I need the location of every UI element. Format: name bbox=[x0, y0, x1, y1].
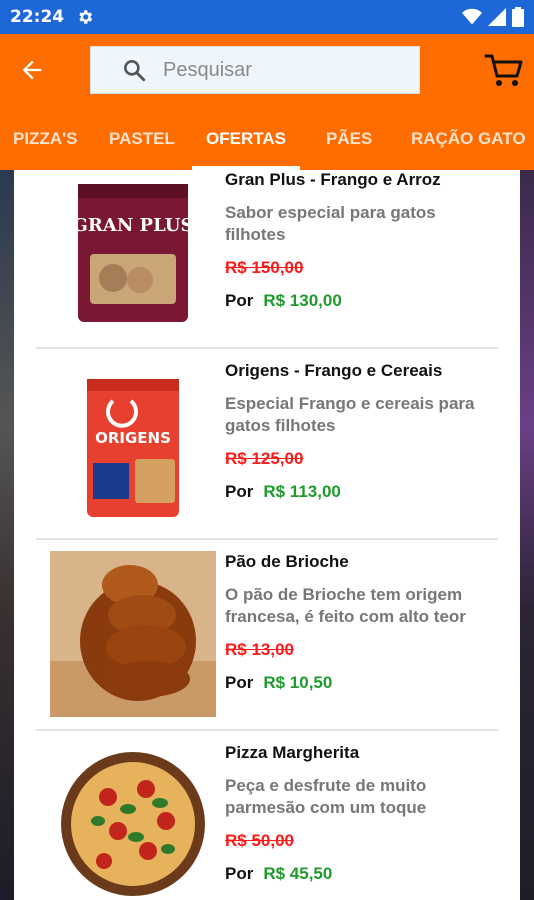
product-name: Origens - Frango e Cereais bbox=[225, 361, 443, 380]
product-list[interactable]: GRAN PLUS Gran Plus - Frango e Arroz Sab… bbox=[14, 170, 520, 900]
product-image: ORIGENS bbox=[50, 363, 216, 529]
product-name: Pão de Brioche bbox=[225, 552, 349, 571]
price-prefix: Por bbox=[225, 864, 254, 883]
battery-icon bbox=[512, 7, 524, 27]
status-bar: 22:24 bbox=[0, 0, 534, 34]
search-box[interactable] bbox=[90, 46, 420, 94]
tab-pizzas[interactable]: PIZZA'S bbox=[13, 104, 78, 170]
cart-icon[interactable] bbox=[484, 52, 524, 88]
product-image-brand: ORIGENS bbox=[95, 429, 171, 447]
tab-racao-gato[interactable]: RAÇÃO GATO bbox=[411, 104, 526, 170]
product-image bbox=[50, 551, 216, 717]
product-price-row: Por R$ 130,00 bbox=[225, 291, 342, 311]
tab-ofertas[interactable]: OFERTAS bbox=[192, 104, 300, 170]
cat-food-bag-icon: ORIGENS bbox=[87, 379, 179, 517]
product-item[interactable]: GRAN PLUS Gran Plus - Frango e Arroz Sab… bbox=[14, 170, 520, 349]
product-old-price: R$ 150,00 bbox=[225, 258, 304, 277]
product-price-row: Por R$ 113,00 bbox=[225, 482, 341, 502]
product-price: R$ 45,50 bbox=[263, 864, 333, 883]
product-price-row: Por R$ 10,50 bbox=[225, 673, 332, 693]
status-time: 22:24 bbox=[10, 7, 65, 27]
product-image: GRAN PLUS bbox=[50, 170, 216, 334]
pizza-icon bbox=[61, 752, 205, 896]
cat-food-bag-icon: GRAN PLUS bbox=[73, 184, 194, 322]
product-price: R$ 130,00 bbox=[263, 291, 342, 310]
category-tabs: PIZZA'S PASTEL OFERTAS PÃES RAÇÃO GATO bbox=[0, 104, 534, 170]
price-prefix: Por bbox=[225, 673, 254, 692]
product-name: Gran Plus - Frango e Arroz bbox=[225, 170, 441, 189]
product-item[interactable]: ORIGENS Origens - Frango e Cereais Espec… bbox=[14, 349, 520, 540]
search-icon bbox=[124, 60, 146, 82]
product-price: R$ 113,00 bbox=[263, 482, 341, 501]
gear-icon bbox=[79, 10, 93, 24]
price-prefix: Por bbox=[225, 482, 254, 501]
price-prefix: Por bbox=[225, 291, 254, 310]
background-right bbox=[520, 170, 534, 900]
product-old-price: R$ 13,00 bbox=[225, 640, 294, 659]
product-description: Peça e desfrute de muito parmesão com um… bbox=[225, 776, 427, 817]
product-image bbox=[50, 741, 216, 900]
product-item[interactable]: Pizza Margherita Peça e desfrute de muit… bbox=[14, 731, 520, 900]
app-bar bbox=[0, 34, 534, 104]
tab-pastel[interactable]: PASTEL bbox=[109, 104, 175, 170]
background-left bbox=[0, 170, 14, 900]
wifi-icon bbox=[462, 8, 482, 25]
search-input[interactable] bbox=[163, 58, 393, 82]
product-price: R$ 10,50 bbox=[263, 673, 333, 692]
product-old-price: R$ 50,00 bbox=[225, 831, 294, 850]
product-old-price: R$ 125,00 bbox=[225, 449, 304, 468]
product-description: Sabor especial para gatos filhotes bbox=[225, 203, 436, 244]
product-description: O pão de Brioche tem origem francesa, é … bbox=[225, 585, 466, 626]
product-name: Pizza Margherita bbox=[225, 743, 360, 762]
product-image-brand: GRAN PLUS bbox=[73, 215, 194, 236]
product-item[interactable]: Pão de Brioche O pão de Brioche tem orig… bbox=[14, 540, 520, 731]
brioche-icon bbox=[50, 551, 216, 717]
arrow-back-icon[interactable] bbox=[18, 56, 46, 84]
product-description: Especial Frango e cereais para gatos fil… bbox=[225, 394, 475, 435]
product-price-row: Por R$ 45,50 bbox=[225, 864, 332, 884]
signal-icon bbox=[488, 8, 506, 26]
tab-paes[interactable]: PÃES bbox=[326, 104, 372, 170]
